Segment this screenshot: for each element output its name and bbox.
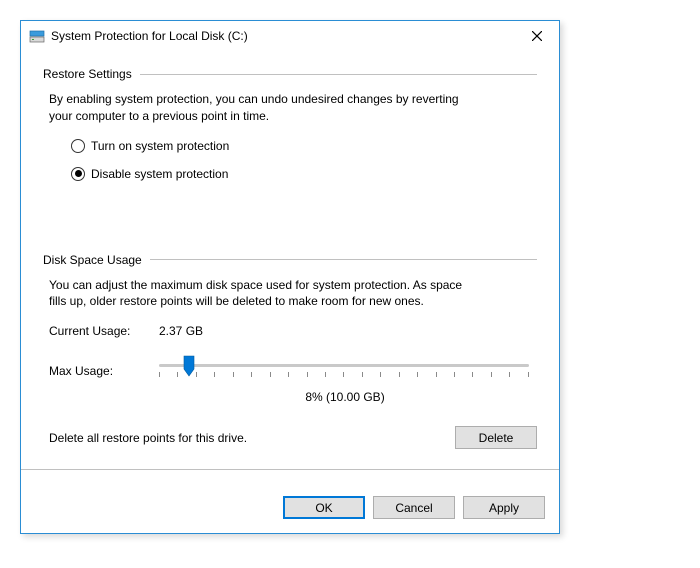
dialog-footer: OK Cancel Apply (21, 484, 559, 533)
restore-description: By enabling system protection, you can u… (49, 91, 479, 125)
restore-settings-label: Restore Settings (43, 67, 132, 81)
disk-space-label: Disk Space Usage (43, 253, 142, 267)
disk-description: You can adjust the maximum disk space us… (49, 277, 479, 311)
delete-description: Delete all restore points for this drive… (49, 431, 455, 445)
system-protection-dialog: System Protection for Local Disk (C:) Re… (20, 20, 560, 534)
protection-radio-group: Turn on system protection Disable system… (71, 139, 537, 181)
radio-on-label: Turn on system protection (91, 139, 229, 153)
delete-restore-points-row: Delete all restore points for this drive… (49, 426, 537, 449)
current-usage-row: Current Usage: 2.37 GB (49, 324, 537, 338)
delete-button[interactable]: Delete (455, 426, 537, 449)
restore-settings-header: Restore Settings (43, 67, 537, 81)
divider (150, 259, 537, 260)
radio-disable[interactable]: Disable system protection (71, 167, 537, 181)
window-title: System Protection for Local Disk (C:) (51, 29, 514, 43)
ok-button[interactable]: OK (283, 496, 365, 519)
radio-icon (71, 139, 85, 153)
drive-icon (29, 28, 45, 44)
slider-track (159, 364, 529, 367)
slider-ticks (159, 372, 529, 377)
current-usage-value: 2.37 GB (159, 324, 203, 338)
apply-button[interactable]: Apply (463, 496, 545, 519)
divider (140, 74, 537, 75)
max-usage-slider[interactable] (159, 356, 529, 386)
titlebar: System Protection for Local Disk (C:) (21, 21, 559, 51)
current-usage-label: Current Usage: (49, 324, 159, 338)
radio-off-label: Disable system protection (91, 167, 228, 181)
slider-thumb[interactable] (183, 355, 195, 377)
close-icon (532, 31, 542, 41)
dialog-content: Restore Settings By enabling system prot… (21, 51, 559, 484)
max-usage-label: Max Usage: (49, 364, 159, 378)
disk-space-header: Disk Space Usage (43, 253, 537, 267)
radio-icon (71, 167, 85, 181)
cancel-button[interactable]: Cancel (373, 496, 455, 519)
divider (21, 469, 559, 470)
radio-turn-on[interactable]: Turn on system protection (71, 139, 537, 153)
close-button[interactable] (514, 21, 559, 51)
max-usage-row: Max Usage: (49, 356, 537, 386)
slider-value-text: 8% (10.00 GB) (153, 390, 537, 404)
